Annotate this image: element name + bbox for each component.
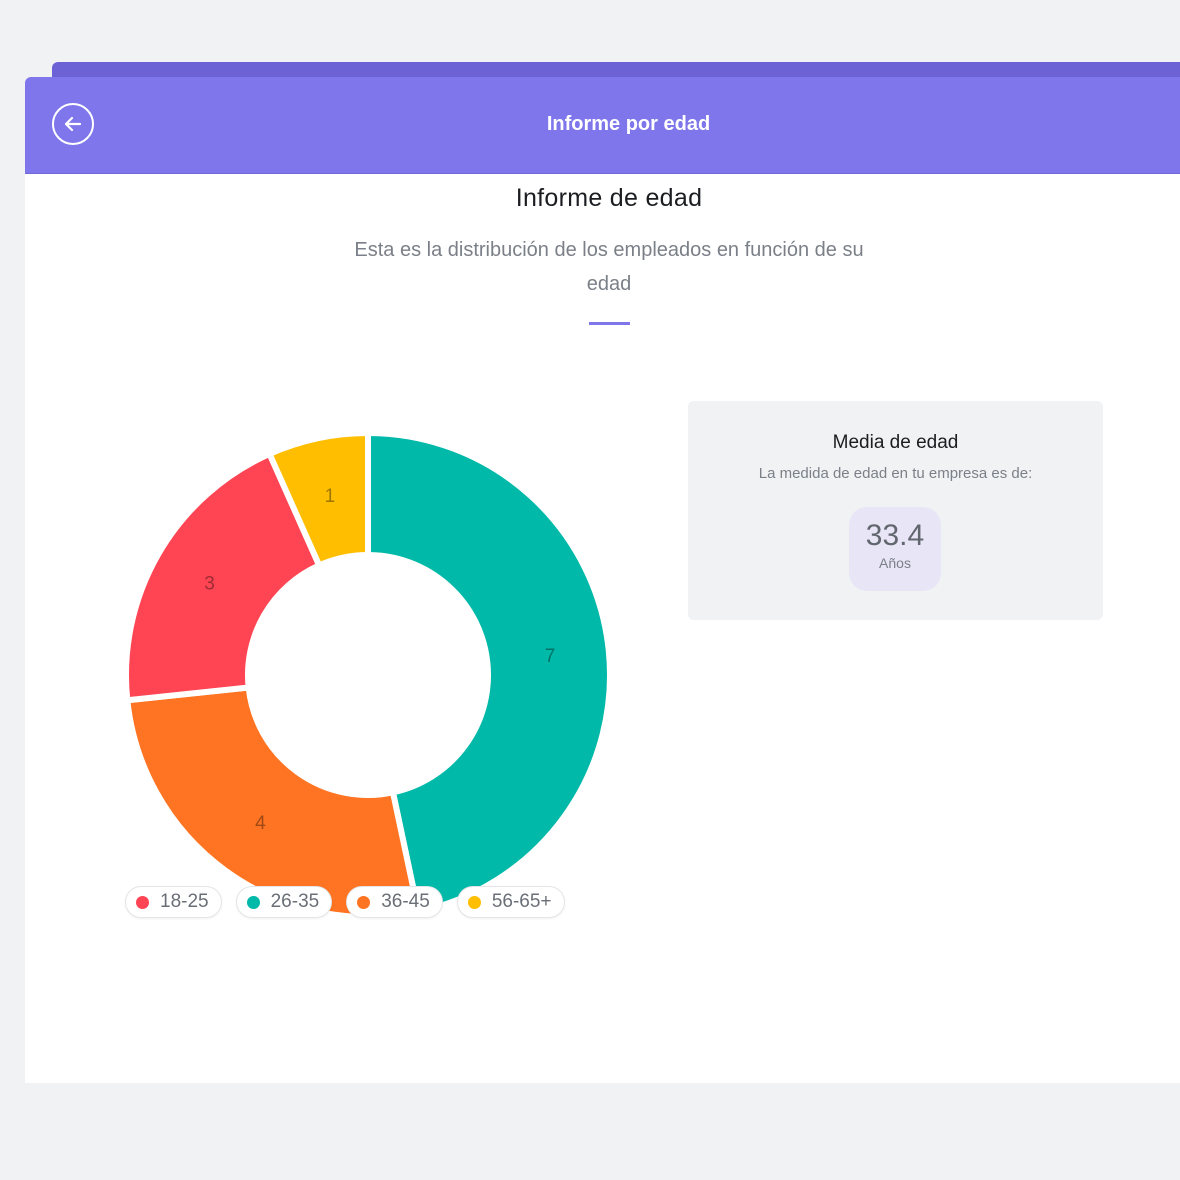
average-age-panel: Media de edad La medida de edad en tu em…: [688, 401, 1103, 620]
slice-value-label: 7: [545, 646, 556, 667]
legend-label: 26-35: [270, 891, 320, 912]
average-value: 33.4: [865, 519, 925, 552]
slice-value-label: 1: [325, 486, 336, 507]
legend-dot-icon: [246, 895, 260, 909]
slice-value-label: 3: [204, 574, 215, 595]
legend-dot-icon: [467, 895, 481, 909]
legend-item-26-35[interactable]: 26-35: [235, 886, 333, 918]
legend-label: 18-25: [160, 891, 209, 912]
average-title: Media de edad: [832, 432, 959, 453]
legend-dot-icon: [136, 895, 149, 909]
legend-label: 56-65+: [491, 891, 552, 912]
average-unit: Años: [879, 555, 911, 571]
average-badge: 33.4 Años: [849, 507, 941, 591]
legend-dot-icon: [357, 895, 371, 909]
legend-item-18-25[interactable]: 18-25: [125, 886, 222, 918]
average-subtitle: La medida de edad en tu empresa es de:: [758, 465, 1033, 482]
screen: Informe por edad Informe de edad Esta es…: [0, 0, 1180, 1180]
legend-item-56-65+[interactable]: 56-65+: [456, 886, 565, 918]
legend-item-36-45[interactable]: 36-45: [346, 886, 443, 918]
chart-legend: 18-25 26-35 36-45 56-65+: [125, 886, 565, 918]
donut-slice-36-45[interactable]: [124, 684, 422, 920]
legend-label: 36-45: [381, 891, 430, 912]
slice-value-label: 4: [255, 813, 266, 834]
